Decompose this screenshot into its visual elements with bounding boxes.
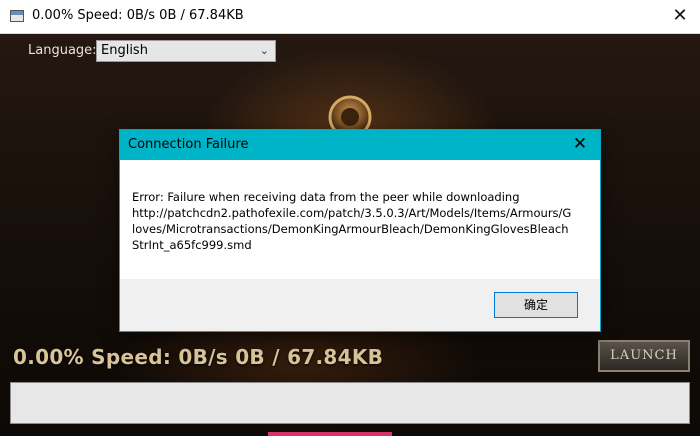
ok-button[interactable]: 确定 [494,292,578,318]
launch-button[interactable]: LAUNCH [598,340,690,372]
dialog-header: Connection Failure ✕ [120,130,600,160]
connection-failure-dialog: Connection Failure ✕ Error: Failure when… [119,129,601,332]
window-title: 0.00% Speed: 0B/s 0B / 67.84KB [32,8,244,23]
download-progress-bar [10,382,690,424]
title-bar: 0.00% Speed: 0B/s 0B / 67.84KB ✕ [0,0,700,34]
app-window-icon [10,10,24,22]
taskbar-highlight [268,432,392,436]
dialog-close-button[interactable]: ✕ [570,134,590,154]
dialog-message: Error: Failure when receiving data from … [132,190,572,252]
chevron-down-icon: ⌄ [259,44,269,57]
language-selected-value: English [101,43,148,58]
language-select[interactable]: English ⌄ [96,40,276,62]
dialog-footer: 确定 [120,279,600,331]
download-status-text: 0.00% Speed: 0B/s 0B / 67.84KB [13,345,384,369]
window-close-button[interactable]: ✕ [668,5,692,27]
language-label: Language: [28,43,97,58]
dialog-title: Connection Failure [128,137,249,152]
